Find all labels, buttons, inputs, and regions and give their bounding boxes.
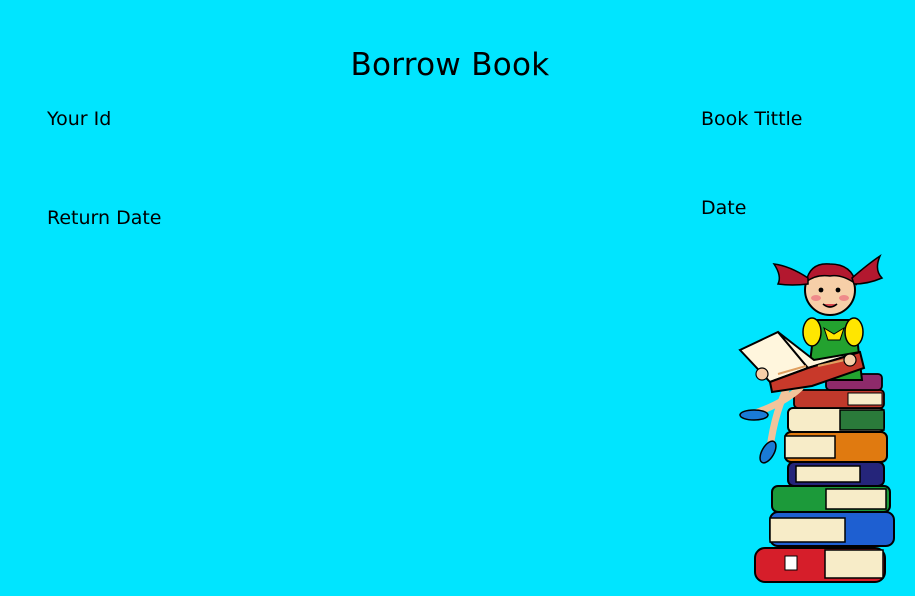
page-title: Borrow Book xyxy=(350,46,550,83)
your-id-label: Your Id xyxy=(47,108,112,130)
return-date-label: Return Date xyxy=(47,207,162,229)
date-label: Date xyxy=(701,197,747,219)
girl-reading-on-book-stack-icon xyxy=(738,253,895,583)
book-title-label: Book Tittle xyxy=(701,108,803,130)
